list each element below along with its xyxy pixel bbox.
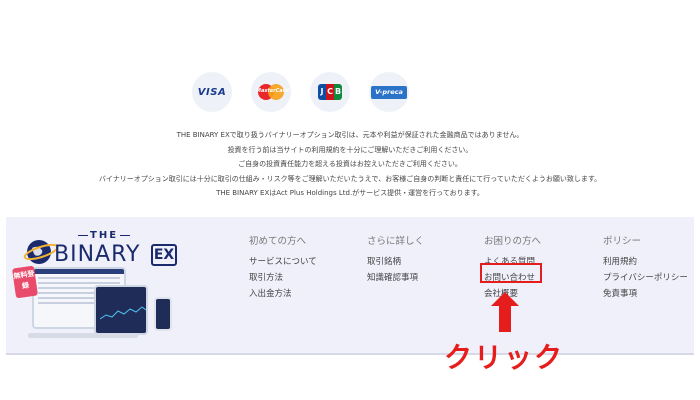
footer-column-details: さらに詳しく 取引銘柄 知識確認事項 [367, 233, 424, 288]
footer-link-privacy[interactable]: プライバシーポリシー [603, 272, 688, 288]
app-promo-image[interactable]: 無料登録 [12, 265, 174, 347]
logo-name: BINARY [54, 242, 141, 267]
footer-link-terms[interactable]: 利用規約 [603, 256, 688, 272]
disclaimer-line: バイナリーオプション取引には十分に取引の仕組み・リスク等をご理解いただいたうえで… [98, 174, 602, 183]
footer-column-policy: ポリシー 利用規約 プライバシーポリシー 免責事項 [603, 233, 688, 304]
footer-column-beginners: 初めての方へ サービスについて 取引方法 入出金方法 [249, 233, 317, 304]
mastercard-label: MasterCard [256, 88, 289, 94]
disclaimer-line: ご自身の投資責任能力を超える投資はお控えいただきご利用ください。 [238, 160, 462, 168]
phone-screen [154, 297, 172, 331]
disclaimer-line: THE BINARY EXはAct Plus Holdings Ltd.がサービ… [216, 189, 484, 197]
free-signup-badge: 無料登録 [12, 265, 38, 299]
footer: THE BINARY EX 無料登録 初めての方へ サービスについて 取引方法 … [6, 217, 694, 353]
disclaimer-line: 投資を行う前は当サイトの利用規約を十分にご理解いただきご利用ください。 [227, 145, 473, 154]
tablet-screen [94, 285, 148, 335]
page: VISA MasterCard JCB V-preca THE BINARY E… [0, 0, 700, 400]
up-arrow-icon [491, 292, 519, 332]
disclaimer-line: THE BINARY EXで取り扱うバイナリーオプション取引は、元本や利益が保証… [176, 131, 524, 139]
logo-the: THE [76, 230, 132, 241]
footer-link-how-to-trade[interactable]: 取引方法 [249, 272, 317, 288]
footer-heading: さらに詳しく [367, 236, 425, 247]
brand-logo[interactable]: THE BINARY EX [18, 228, 177, 272]
vpreca-label: V-preca [371, 85, 407, 99]
footer-link-deposit-withdraw[interactable]: 入出金方法 [249, 288, 317, 304]
device-stand [28, 333, 138, 338]
footer-link-service[interactable]: サービスについて [249, 256, 317, 272]
logo-ex: EX [151, 244, 177, 266]
footer-link-disclaimer[interactable]: 免責事項 [603, 288, 688, 304]
payment-methods: VISA MasterCard JCB V-preca [0, 72, 700, 112]
visa-label: VISA [197, 86, 227, 98]
disclaimer: THE BINARY EXで取り扱うバイナリーオプション取引は、元本や利益が保証… [0, 128, 700, 201]
footer-link-knowledge[interactable]: 知識確認事項 [367, 272, 424, 288]
click-annotation: クリック [444, 341, 565, 374]
footer-heading: 初めての方へ [249, 236, 307, 247]
contact-highlight-box [480, 263, 542, 283]
footer-link-instruments[interactable]: 取引銘柄 [367, 256, 424, 272]
vpreca-icon: V-preca [369, 72, 409, 112]
footer-heading: お困りの方へ [484, 236, 542, 247]
visa-icon: VISA [192, 72, 232, 112]
jcb-icon: JCB [310, 72, 350, 112]
footer-divider [6, 353, 694, 355]
footer-heading: ポリシー [603, 236, 642, 247]
mastercard-icon: MasterCard [251, 72, 291, 112]
